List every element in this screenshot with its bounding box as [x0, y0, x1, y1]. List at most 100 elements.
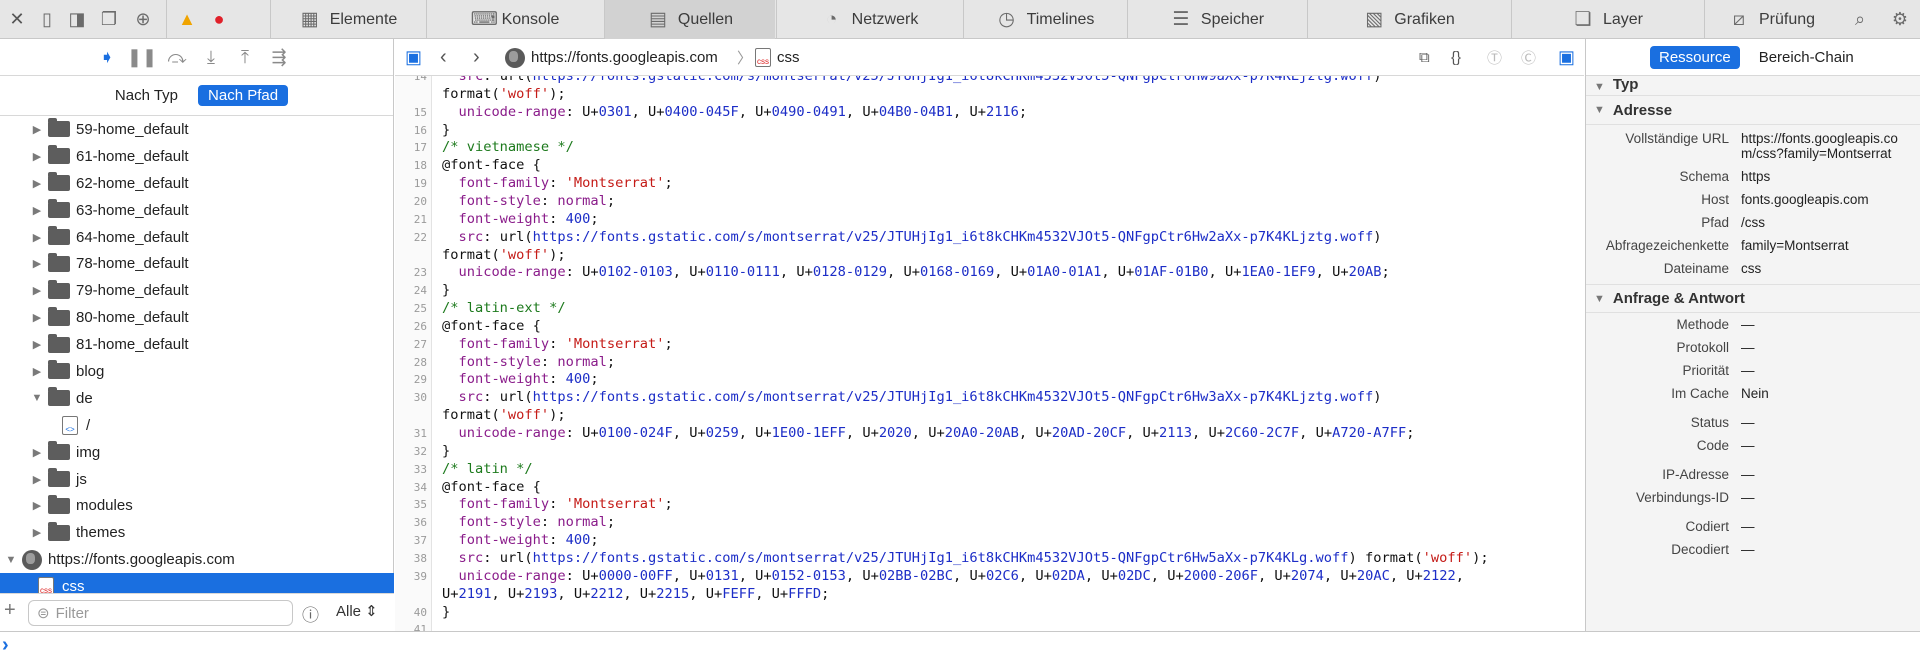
- tree-folder-item[interactable]: ▶ modules: [0, 492, 394, 519]
- tree-folder-item[interactable]: ▶ 59-home_default: [0, 116, 394, 143]
- tree-folder-item[interactable]: ▶ 63-home_default: [0, 197, 394, 224]
- pretty-print-icon[interactable]: {}: [1451, 39, 1461, 76]
- breadcrumb-file[interactable]: css css: [755, 39, 800, 76]
- pause-icon[interactable]: ❚❚: [127, 47, 157, 67]
- detail-key: Protokoll: [1676, 340, 1729, 355]
- disclosure-triangle-icon[interactable]: ▶: [30, 231, 44, 244]
- disclosure-triangle-icon[interactable]: ▶: [30, 177, 44, 190]
- tab-speicher[interactable]: ☰ Speicher: [1127, 0, 1306, 39]
- disclosure-triangle-icon[interactable]: ▶: [30, 338, 44, 351]
- disclosure-triangle-icon[interactable]: ▶: [30, 446, 44, 459]
- disclosure-triangle-icon[interactable]: ▶: [30, 150, 44, 163]
- code-line: 18 @font-face {: [395, 157, 1584, 175]
- section-request-header[interactable]: ▼ Anfrage & Antwort: [1586, 284, 1920, 313]
- css-file-icon: css: [755, 48, 771, 67]
- type-icon[interactable]: Ⓣ: [1487, 39, 1502, 76]
- folder-icon: [48, 172, 70, 192]
- tree-folder-item[interactable]: ▶ 61-home_default: [0, 143, 394, 170]
- disclosure-triangle-icon[interactable]: ▶: [30, 365, 44, 378]
- code-text: font-weight: 400;: [458, 371, 599, 388]
- settings-gear-icon[interactable]: ⚙: [1885, 0, 1915, 39]
- code-text: }: [442, 603, 451, 620]
- tab-konsole[interactable]: ⌨ Konsole: [426, 0, 603, 39]
- forward-icon[interactable]: ›: [473, 39, 480, 76]
- details-sidebar-toggle-icon[interactable]: ▣: [1558, 39, 1575, 76]
- tree-folder-item[interactable]: ▶ js: [0, 466, 394, 493]
- group-by-path-button[interactable]: Nach Pfad: [198, 85, 289, 106]
- breadcrumb-domain[interactable]: https://fonts.googleapis.com: [505, 39, 718, 76]
- disclosure-triangle-icon[interactable]: ▶: [30, 204, 44, 217]
- tree-folder-item[interactable]: ▶ blog: [0, 358, 394, 385]
- tab-resource[interactable]: Ressource: [1650, 45, 1740, 69]
- copy-icon[interactable]: ⧉: [1419, 39, 1430, 76]
- add-icon[interactable]: +: [4, 599, 16, 622]
- tree-file-item[interactable]: <> /: [0, 412, 394, 439]
- error-icon[interactable]: ●: [204, 0, 234, 39]
- disclosure-triangle-icon[interactable]: ▶: [30, 499, 44, 512]
- tab-prüfung[interactable]: ⧄ Prüfung: [1704, 0, 1838, 39]
- filter-input[interactable]: ⊜ Filter: [28, 600, 293, 626]
- step-over-icon[interactable]: ⤼: [166, 47, 188, 67]
- tab-timelines[interactable]: ◷ Timelines: [963, 0, 1126, 39]
- disclosure-triangle-icon[interactable]: ▼: [4, 554, 18, 566]
- disclosure-triangle-icon[interactable]: ▶: [30, 123, 44, 136]
- step-icon[interactable]: ⇶: [268, 47, 290, 67]
- code-area[interactable]: 14 src: url(https://fonts.gstatic.com/s/…: [395, 76, 1584, 631]
- tree-folder-item[interactable]: ▼ de: [0, 385, 394, 412]
- back-icon[interactable]: ‹: [440, 39, 447, 76]
- tree-folder-item[interactable]: ▶ 81-home_default: [0, 331, 394, 358]
- coverage-icon[interactable]: Ⓒ: [1521, 39, 1536, 76]
- tree-folder-item[interactable]: ▶ 80-home_default: [0, 304, 394, 331]
- tree-folder-item[interactable]: ▶ 79-home_default: [0, 277, 394, 304]
- disclosure-triangle-icon[interactable]: ▼: [30, 392, 44, 404]
- code-text: unicode-range: U+0102-0103, U+0110-0111,…: [458, 264, 1390, 281]
- tab-scope-chain[interactable]: Bereich-Chain: [1750, 46, 1863, 69]
- section-type-header[interactable]: ▼ Typ: [1586, 76, 1920, 96]
- code-text: @font-face {: [442, 478, 541, 495]
- group-by-type-button[interactable]: Nach Typ: [105, 85, 188, 106]
- warning-icon[interactable]: ▲: [172, 0, 202, 39]
- detach-window-icon[interactable]: ❐: [94, 0, 124, 39]
- detail-value: https://fonts.googleapis.com/css?family=…: [1741, 131, 1898, 161]
- tab-netzwerk[interactable]: ◔ Netzwerk: [776, 0, 962, 39]
- folder-icon: [48, 226, 70, 245]
- disclosure-triangle-icon[interactable]: ▶: [30, 311, 44, 324]
- tab-quellen[interactable]: ▤ Quellen: [604, 0, 775, 39]
- network-icon: ◔: [825, 8, 838, 30]
- step-out-icon[interactable]: ⤒: [234, 47, 256, 67]
- line-number: 39: [413, 569, 427, 583]
- disclosure-triangle-icon[interactable]: ▶: [30, 473, 44, 486]
- close-icon[interactable]: ✕: [2, 0, 32, 39]
- tab-elemente[interactable]: ▦ Elemente: [270, 0, 425, 39]
- tree-folder-item[interactable]: ▶ img: [0, 439, 394, 466]
- console-prompt-bar[interactable]: ›: [0, 631, 1920, 660]
- section-address-header[interactable]: ▼ Adresse: [1586, 96, 1920, 125]
- group-by-segment: Nach Typ Nach Pfad: [0, 76, 393, 116]
- tree-folder-item[interactable]: ▶ 64-home_default: [0, 224, 394, 251]
- disclosure-triangle-icon[interactable]: ▶: [30, 257, 44, 270]
- dock-right-icon[interactable]: ◨: [62, 0, 92, 39]
- sidebar-toggle-icon[interactable]: ▣: [405, 39, 422, 76]
- target-icon[interactable]: ⊕: [128, 0, 158, 39]
- tree-folder-item[interactable]: ▶ 62-home_default: [0, 170, 394, 197]
- breakpoints-toggle-icon[interactable]: ➧: [96, 47, 118, 67]
- tab-grafiken[interactable]: ▧ Grafiken: [1307, 0, 1510, 39]
- code-line: 38 src: url(https://fonts.gstatic.com/s/…: [395, 550, 1584, 568]
- tree-folder-item[interactable]: ▶ themes: [0, 519, 394, 546]
- line-number: 28: [413, 355, 427, 369]
- info-icon[interactable]: ⓘ: [302, 601, 319, 626]
- line-number: 30: [413, 391, 427, 405]
- dock-left-icon[interactable]: ▯: [32, 0, 62, 39]
- filter-placeholder: Filter: [55, 604, 89, 622]
- step-into-icon[interactable]: ⤓: [200, 47, 222, 67]
- search-icon[interactable]: ⌕: [1845, 0, 1875, 39]
- devtools-tab-bar: ✕ ▯ ◨ ❐ ⊕ ▲ ● ▦ Elemente ⌨ Konsole ▤ Quellen ◔…: [0, 0, 1920, 39]
- detail-row: Protokoll —: [1586, 340, 1920, 355]
- tree-file-item[interactable]: ▼ https://fonts.googleapis.com: [0, 546, 394, 573]
- tab-layer[interactable]: ❏ Layer: [1511, 0, 1703, 39]
- disclosure-triangle-icon[interactable]: ▶: [30, 284, 44, 297]
- disclosure-triangle-icon[interactable]: ▶: [30, 526, 44, 539]
- tree-folder-item[interactable]: ▶ 78-home_default: [0, 250, 394, 277]
- detail-row: Priorität —: [1586, 363, 1920, 378]
- filter-scope-select[interactable]: Alle ⇕: [336, 602, 378, 620]
